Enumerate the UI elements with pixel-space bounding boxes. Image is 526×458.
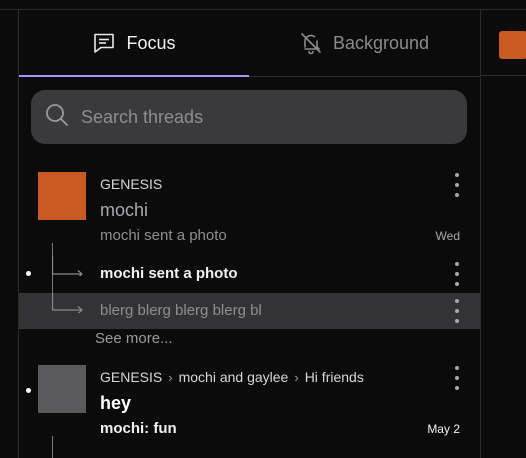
tab-background[interactable]: Background bbox=[249, 10, 479, 76]
breadcrumb-item: GENESIS bbox=[100, 369, 163, 385]
right-pane-header bbox=[481, 10, 526, 76]
reply-branch-arrow-icon bbox=[52, 293, 83, 313]
unread-dot bbox=[26, 271, 31, 276]
breadcrumb: GENESIS › mochi and gaylee › Hi friends bbox=[100, 369, 364, 385]
reply-row[interactable]: mochi sent a photo bbox=[19, 256, 480, 292]
top-divider bbox=[0, 0, 526, 10]
message-square-icon bbox=[92, 32, 116, 54]
see-more-link[interactable]: See more... bbox=[95, 330, 173, 347]
right-pane bbox=[480, 10, 526, 458]
search-bar[interactable] bbox=[31, 90, 467, 144]
thread-title: hey bbox=[100, 393, 132, 413]
breadcrumb-item: mochi and gaylee bbox=[178, 369, 289, 385]
tab-focus-label: Focus bbox=[126, 32, 176, 53]
breadcrumb-item: GENESIS bbox=[100, 176, 163, 192]
thread-date: Wed bbox=[435, 229, 460, 243]
thread-preview: mochi: fun bbox=[100, 420, 177, 437]
chevron-right-icon: › bbox=[294, 369, 299, 385]
unread-dot bbox=[26, 388, 31, 393]
thread-title: mochi bbox=[100, 200, 149, 220]
bell-off-icon bbox=[299, 31, 323, 55]
tab-background-label: Background bbox=[332, 32, 430, 53]
breadcrumb: GENESIS bbox=[100, 176, 162, 192]
threads-panel: Focus Background G bbox=[19, 10, 480, 458]
thread-connector-line bbox=[52, 436, 53, 458]
reply-branch-arrow-icon bbox=[52, 256, 83, 276]
search-input[interactable] bbox=[81, 106, 441, 128]
channel-avatar[interactable] bbox=[499, 31, 526, 59]
avatar bbox=[38, 172, 86, 220]
tab-focus[interactable]: Focus bbox=[19, 10, 249, 76]
thread-menu-button[interactable] bbox=[450, 173, 464, 197]
avatar bbox=[38, 365, 86, 413]
thread-preview: mochi sent a photo bbox=[100, 227, 227, 244]
reply-menu-button[interactable] bbox=[450, 262, 464, 286]
thread-menu-button[interactable] bbox=[450, 366, 464, 390]
breadcrumb-item: Hi friends bbox=[304, 369, 364, 385]
reply-text: blerg blerg blerg blerg bl bbox=[100, 302, 262, 319]
reply-row-hovered[interactable]: blerg blerg blerg blerg bl bbox=[19, 293, 480, 329]
search-icon bbox=[45, 103, 69, 132]
reply-text: mochi sent a photo bbox=[100, 265, 238, 282]
thread-date: May 2 bbox=[427, 422, 460, 436]
left-gutter bbox=[0, 10, 19, 458]
chevron-right-icon: › bbox=[168, 369, 173, 385]
tab-bar: Focus Background bbox=[19, 10, 480, 77]
reply-menu-button[interactable] bbox=[450, 299, 464, 323]
active-tab-indicator bbox=[19, 75, 249, 77]
